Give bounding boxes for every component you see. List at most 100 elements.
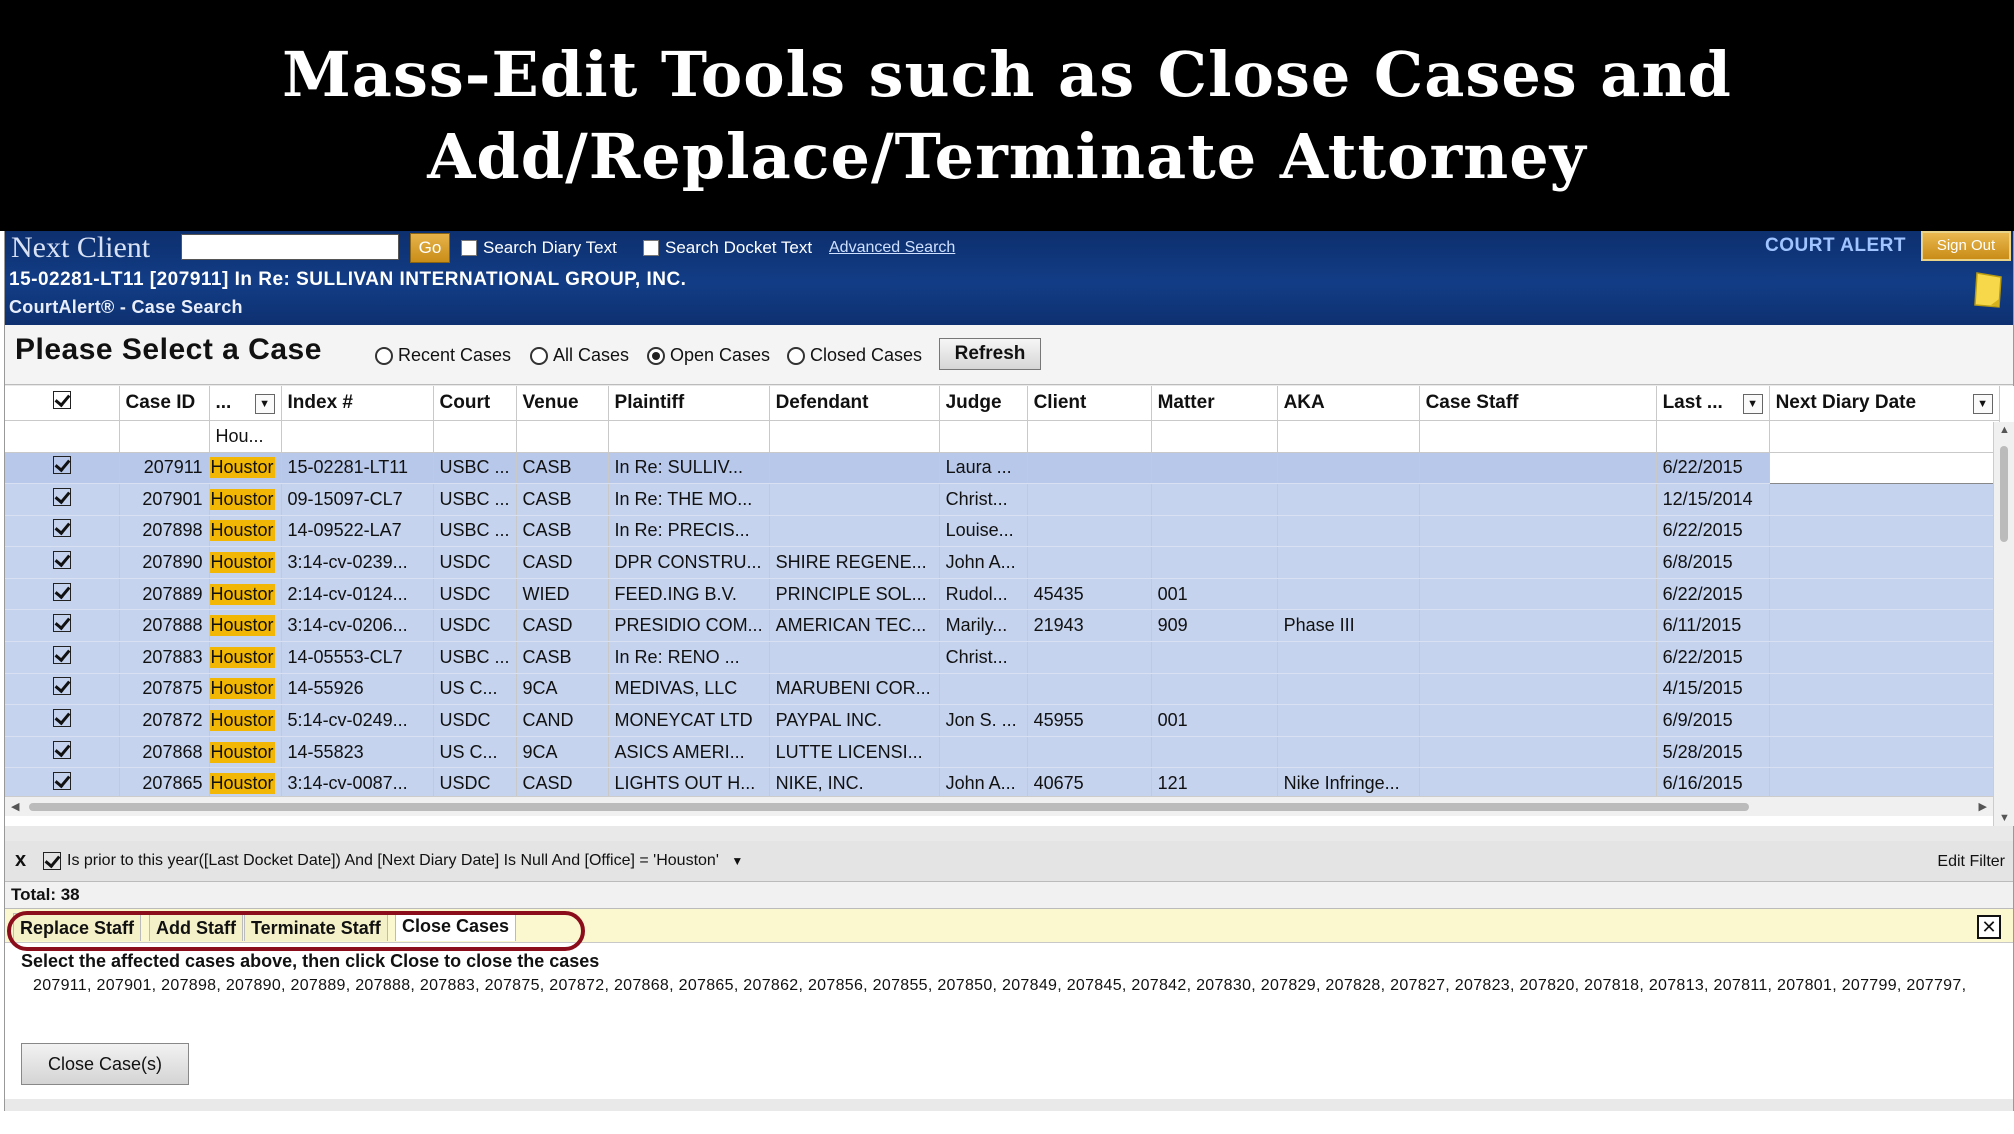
tab-replace-staff[interactable]: Replace Staff — [13, 913, 142, 941]
venue-cell[interactable]: CASB — [516, 483, 609, 516]
court-cell[interactable]: USDC — [433, 767, 517, 801]
judge-cell[interactable]: Christ... — [939, 483, 1028, 516]
plaintiff-cell[interactable]: PRESIDIO COM... — [608, 609, 770, 643]
defendant-cell[interactable] — [769, 641, 940, 674]
horizontal-scrollbar[interactable]: ◀ ▶ — [5, 796, 1993, 816]
judge-cell[interactable]: John A... — [939, 546, 1028, 579]
judge-cell[interactable]: Laura ... — [939, 452, 1028, 485]
row-checkbox[interactable] — [52, 677, 71, 696]
last-docket-cell[interactable]: 6/11/2015 — [1656, 609, 1770, 643]
go-button[interactable]: Go — [410, 233, 450, 263]
staff-cell[interactable] — [1419, 641, 1657, 674]
matter-cell[interactable]: 001 — [1151, 578, 1278, 611]
staff-cell[interactable] — [1419, 452, 1657, 485]
judge-cell[interactable]: John A... — [939, 767, 1028, 801]
staff-cell[interactable] — [1419, 483, 1657, 516]
col-next-diary-date[interactable]: Next Diary Date ▼ — [1769, 386, 2000, 421]
defendant-cell[interactable] — [769, 452, 940, 485]
office-cell[interactable]: Houstor — [209, 609, 282, 643]
court-cell[interactable]: US C... — [433, 736, 517, 769]
venue-cell[interactable]: CASD — [516, 609, 609, 643]
venue-cell[interactable]: CASB — [516, 641, 609, 674]
row-select-cell[interactable] — [5, 515, 120, 548]
col-venue[interactable]: Venue — [516, 386, 609, 421]
col-index[interactable]: Index # — [281, 386, 434, 421]
aka-cell[interactable]: Nike Infringe... — [1277, 767, 1420, 801]
index-cell[interactable]: 14-55823 — [281, 736, 434, 769]
plaintiff-cell[interactable]: FEED.ING B.V. — [608, 578, 770, 611]
matter-cell[interactable]: 121 — [1151, 767, 1278, 801]
court-cell[interactable]: USDC — [433, 609, 517, 643]
last-filter-dropdown-icon[interactable]: ▼ — [1742, 394, 1763, 414]
index-cell[interactable]: 15-02281-LT11 — [281, 452, 434, 485]
staff-cell[interactable] — [1419, 515, 1657, 548]
edit-filter-link[interactable]: Edit Filter — [1937, 853, 2005, 871]
col-plaintiff[interactable]: Plaintiff — [608, 386, 770, 421]
client-cell[interactable] — [1027, 546, 1152, 579]
aka-cell[interactable] — [1277, 736, 1420, 769]
filter-cell[interactable] — [769, 420, 940, 453]
aka-cell[interactable] — [1277, 483, 1420, 516]
refresh-button[interactable]: Refresh — [939, 338, 1041, 370]
office-cell[interactable]: Houstor — [209, 578, 282, 611]
plaintiff-cell[interactable]: In Re: RENO ... — [608, 641, 770, 674]
table-row[interactable]: 207883 Houstor 14-05553-CL7 USBC ... CASB In … — [5, 641, 2000, 674]
row-checkbox[interactable] — [52, 740, 71, 759]
plaintiff-cell[interactable]: MEDIVAS, LLC — [608, 673, 770, 706]
venue-cell[interactable]: 9CA — [516, 736, 609, 769]
plaintiff-cell[interactable]: In Re: SULLIV... — [608, 452, 770, 485]
judge-cell[interactable]: Marily... — [939, 609, 1028, 643]
next-diary-cell[interactable] — [1769, 673, 2000, 706]
col-judge[interactable]: Judge — [939, 386, 1028, 421]
office-cell[interactable]: Houstor — [209, 452, 282, 485]
client-cell[interactable]: 45435 — [1027, 578, 1152, 611]
defendant-cell[interactable]: PAYPAL INC. — [769, 704, 940, 737]
row-checkbox[interactable] — [52, 645, 71, 664]
client-cell[interactable] — [1027, 483, 1152, 516]
radio-open-icon[interactable] — [647, 346, 665, 365]
office-filter-dropdown-icon[interactable]: ▼ — [254, 394, 275, 414]
office-cell[interactable]: Houstor — [209, 515, 282, 548]
row-checkbox[interactable] — [52, 519, 71, 538]
radio-open-cases[interactable]: Open Cases — [647, 345, 770, 366]
table-row[interactable]: 207865 Houstor 3:14-cv-0087... USDC CASD LIGH… — [5, 767, 2000, 801]
last-docket-cell[interactable]: 6/8/2015 — [1656, 546, 1770, 579]
next-diary-cell[interactable] — [1769, 483, 2000, 516]
search-docket-option[interactable]: Search Docket Text — [643, 238, 812, 258]
next-diary-cell[interactable] — [1769, 515, 2000, 548]
row-select-cell[interactable] — [5, 483, 120, 516]
next-diary-cell[interactable] — [1769, 609, 2000, 643]
next-diary-cell[interactable] — [1769, 578, 2000, 611]
last-docket-cell[interactable]: 6/22/2015 — [1656, 452, 1770, 485]
tab-terminate-staff[interactable]: Terminate Staff — [244, 913, 388, 941]
index-cell[interactable]: 14-05553-CL7 — [281, 641, 434, 674]
col-last-docket[interactable]: Last ... ▼ — [1656, 386, 1770, 421]
filter-cell[interactable] — [433, 420, 517, 453]
office-cell[interactable]: Houstor — [209, 673, 282, 706]
last-docket-cell[interactable]: 6/22/2015 — [1656, 578, 1770, 611]
venue-cell[interactable]: 9CA — [516, 673, 609, 706]
defendant-cell[interactable]: AMERICAN TEC... — [769, 609, 940, 643]
client-cell[interactable]: 40675 — [1027, 767, 1152, 801]
radio-all-icon[interactable] — [530, 346, 548, 365]
vertical-scrollbar[interactable]: ▲ ▼ — [1993, 422, 2014, 826]
table-row[interactable]: 207890 Houstor 3:14-cv-0239... USDC CASD DPR … — [5, 546, 2000, 579]
venue-cell[interactable]: CASB — [516, 452, 609, 485]
case-id-cell[interactable]: 207901 — [119, 483, 210, 516]
case-id-cell[interactable]: 207872 — [119, 704, 210, 737]
vertical-scroll-thumb[interactable] — [2000, 446, 2008, 542]
radio-recent-cases[interactable]: Recent Cases — [375, 345, 511, 366]
close-cases-button[interactable]: Close Case(s) — [21, 1043, 189, 1085]
table-row[interactable]: 207911 Houstor 15-02281-LT11 USBC ... CASB In… — [5, 451, 2000, 485]
defendant-cell[interactable]: SHIRE REGENE... — [769, 546, 940, 579]
case-id-cell[interactable]: 207889 — [119, 578, 210, 611]
row-select-cell[interactable] — [5, 704, 120, 737]
matter-cell[interactable] — [1151, 673, 1278, 706]
staff-cell[interactable] — [1419, 736, 1657, 769]
col-aka[interactable]: AKA — [1277, 386, 1420, 421]
row-select-cell[interactable] — [5, 736, 120, 769]
row-checkbox[interactable] — [52, 709, 71, 728]
index-cell[interactable]: 3:14-cv-0239... — [281, 546, 434, 579]
aka-cell[interactable] — [1277, 641, 1420, 674]
filter-cell[interactable] — [5, 420, 120, 453]
